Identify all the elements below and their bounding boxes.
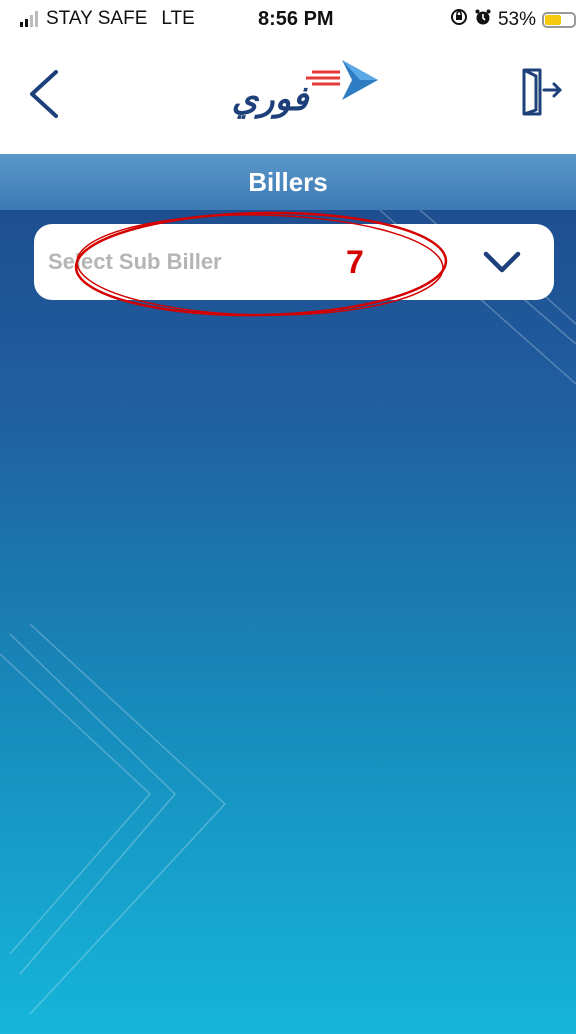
- nav-bar: فوري: [0, 44, 576, 154]
- annotation-ellipse: [74, 211, 448, 317]
- status-right: 53%: [450, 8, 576, 32]
- alarm-icon: [474, 8, 492, 32]
- back-button[interactable]: [22, 64, 66, 124]
- battery-percent: 53%: [497, 9, 536, 30]
- chevron-down-icon: [483, 251, 521, 273]
- clock: 8:56 PM: [258, 8, 334, 30]
- signal-icon: [20, 11, 38, 27]
- chevron-left-icon: [30, 70, 58, 118]
- fawry-logo: فوري: [200, 50, 385, 130]
- logout-icon: [522, 68, 562, 116]
- status-left: STAY SAFE LTE: [20, 8, 195, 30]
- logo-text: فوري: [232, 79, 311, 119]
- battery-icon: [542, 12, 576, 28]
- rotation-lock-icon: [450, 8, 468, 32]
- logout-button[interactable]: [520, 66, 564, 118]
- status-bar: STAY SAFE LTE 8:56 PM 53%: [0, 0, 576, 44]
- carrier-label: STAY SAFE: [46, 8, 148, 29]
- main-content: Billers Select Sub Biller 7: [0, 154, 576, 1034]
- page-title: Billers: [248, 167, 328, 197]
- network-label: LTE: [161, 8, 195, 29]
